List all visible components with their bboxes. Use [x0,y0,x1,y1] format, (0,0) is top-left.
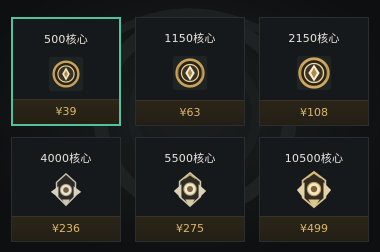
price-button[interactable]: ¥275 [136,216,244,241]
item-title: 500核心 [44,33,88,46]
store-item-card-1150[interactable]: 1150核心 ¥63 [135,17,245,126]
store-item-card-10500[interactable]: 10500核心 ¥499 [259,137,369,242]
item-title: 5500核心 [164,152,216,165]
store-item-card-4000[interactable]: 4000核心 ¥236 [11,137,121,242]
price-button[interactable]: ¥63 [136,100,244,125]
item-title: 2150核心 [288,32,340,45]
store-item-grid: 500核心 ¥39 1150核心 ¥63 2150核心 ¥108 4000核心 … [0,0,380,252]
item-title: 10500核心 [284,152,344,165]
item-title: 1150核心 [164,32,216,45]
essence-crystal-icon [50,172,82,207]
essence-crystal-icon [296,171,332,209]
price-button[interactable]: ¥39 [13,99,119,124]
store-item-card-2150[interactable]: 2150核心 ¥108 [259,17,369,126]
essence-orb-icon [172,55,208,91]
price-button[interactable]: ¥236 [12,216,120,241]
price-button[interactable]: ¥499 [260,216,368,241]
store-item-card-500[interactable]: 500核心 ¥39 [11,17,121,126]
essence-orb-icon [296,55,332,91]
item-title: 4000核心 [40,152,92,165]
essence-crystal-icon [173,171,207,208]
store-item-card-5500[interactable]: 5500核心 ¥275 [135,137,245,242]
price-button[interactable]: ¥108 [260,100,368,125]
essence-orb-icon [48,56,84,92]
